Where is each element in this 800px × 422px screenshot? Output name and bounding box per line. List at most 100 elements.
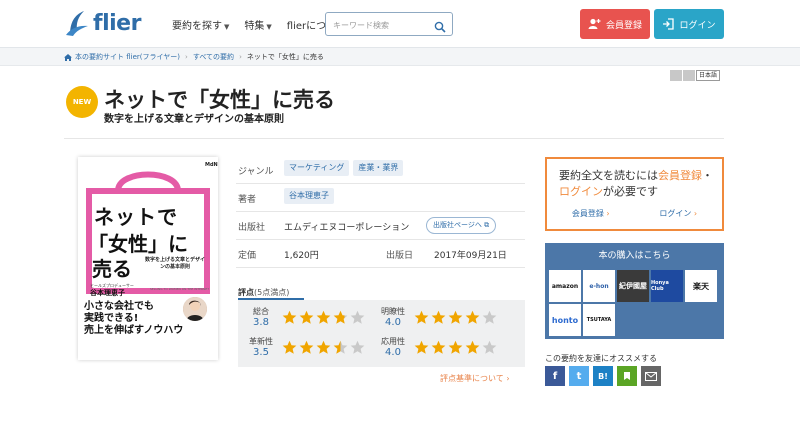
star-icon bbox=[448, 340, 463, 354]
author-tag[interactable]: 谷本理恵子 bbox=[284, 188, 334, 204]
share-buttons: f t B! bbox=[545, 366, 665, 386]
genre-label: ジャンル bbox=[238, 167, 274, 177]
star-icon bbox=[482, 310, 497, 324]
chevron-right-icon: › bbox=[693, 209, 698, 218]
cover-english-title: SELLING TO WOMEN ON THE INTERNET bbox=[150, 287, 210, 291]
share-glyph: t bbox=[576, 370, 582, 382]
share-glyph: B! bbox=[598, 371, 608, 381]
price-label: 定価 bbox=[238, 251, 257, 261]
rating-label: 明瞭性 bbox=[381, 307, 405, 316]
breadcrumb: 本の要約サイト flier(フライヤー) › すべての要約 › ネットで「女性」… bbox=[64, 52, 324, 62]
purchase-title: 本の購入はこちら bbox=[598, 251, 671, 261]
login-icon bbox=[662, 18, 675, 30]
star-icon bbox=[299, 340, 314, 354]
signup-dot: ・ bbox=[702, 169, 713, 182]
info-row-price: 定価 1,620円 出版日 2017年09月21日 bbox=[236, 240, 525, 268]
signup-text-post: が必要です bbox=[603, 185, 658, 198]
star-icon bbox=[282, 340, 297, 354]
genre-tag[interactable]: 産業・業界 bbox=[353, 160, 404, 176]
share-glyph: f bbox=[552, 370, 558, 382]
login-button[interactable]: ログイン bbox=[654, 9, 724, 39]
register-button[interactable]: 会員登録 bbox=[580, 9, 650, 39]
breadcrumb-separator: › bbox=[185, 53, 188, 61]
store-kinokuniya[interactable]: 紀伊國屋 bbox=[617, 270, 649, 302]
rating-value: 3.5 bbox=[253, 347, 269, 358]
flier-logo[interactable]: flier bbox=[64, 8, 141, 38]
star-icon bbox=[333, 340, 348, 354]
cover-catchcopy: 小さな会社でも 実践できる! 売上を伸ばすノウハウ bbox=[84, 301, 183, 337]
rating-value: 3.8 bbox=[253, 317, 269, 328]
signup-links: 会員登録 › ログイン › bbox=[547, 208, 722, 219]
logo-text: flier bbox=[93, 10, 141, 36]
language-option[interactable] bbox=[683, 70, 695, 81]
link-label: ログイン bbox=[659, 209, 692, 218]
rating-value: 4.0 bbox=[385, 317, 401, 328]
breadcrumb-all[interactable]: すべての要約 bbox=[193, 52, 234, 62]
nav-features[interactable]: 特集 ▼ bbox=[244, 17, 271, 32]
cover-subtitle: 数字を上げる文章とデザインの基本原則 bbox=[145, 257, 206, 270]
home-icon bbox=[64, 53, 72, 61]
star-icon bbox=[299, 310, 314, 324]
catch-line: 売上を伸ばすノウハウ bbox=[84, 325, 184, 336]
book-cover: MdN ネットで 「女性」に 売る 数字を上げる文章とデザインの基本原則 ヒール… bbox=[78, 157, 218, 360]
star-icon bbox=[282, 310, 297, 324]
breadcrumb-home[interactable]: 本の要約サイト flier(フライヤー) bbox=[75, 52, 180, 62]
rating-criteria-link[interactable]: 評点基準について › bbox=[440, 373, 510, 384]
star-icon bbox=[431, 340, 446, 354]
rating-value: 4.0 bbox=[385, 347, 401, 358]
chevron-right-icon: › bbox=[506, 374, 510, 383]
signup-login-link[interactable]: ログイン bbox=[559, 185, 603, 198]
search-input[interactable] bbox=[326, 14, 426, 37]
share-label: この要約を友達にオススメする bbox=[545, 354, 657, 363]
genre-tags: マーケティング 産業・業界 bbox=[284, 160, 407, 176]
catch-line: 小さな会社でも bbox=[84, 301, 154, 312]
rating-stars bbox=[282, 310, 367, 325]
evernote-icon[interactable] bbox=[617, 366, 637, 386]
purchase-box: 本の購入はこちら amazon e-hon 紀伊國屋 Honya Club 楽天… bbox=[545, 243, 724, 339]
info-row-author: 著者 谷本理恵子 bbox=[236, 184, 525, 212]
store-ehon[interactable]: e-hon bbox=[583, 270, 615, 302]
search-icon[interactable] bbox=[434, 18, 446, 37]
mail-icon[interactable] bbox=[641, 366, 661, 386]
rating-label: 革新性 bbox=[249, 337, 273, 346]
store-label: 楽天 bbox=[693, 281, 709, 291]
star-icon bbox=[316, 340, 331, 354]
store-honto[interactable]: honto bbox=[549, 304, 581, 336]
nav-find-summaries[interactable]: 要約を探す ▼ bbox=[172, 17, 229, 32]
store-tsutaya[interactable]: TSUTAYA bbox=[583, 304, 615, 336]
signup-prompt: 要約全文を読むには会員登録・ログインが必要です 会員登録 › ログイン › bbox=[545, 157, 724, 231]
author-tags: 谷本理恵子 bbox=[284, 188, 338, 204]
chevron-down-icon: ▼ bbox=[224, 23, 230, 31]
nav-label: 要約を探す bbox=[172, 21, 222, 32]
star-icon bbox=[448, 310, 463, 324]
language-option-japanese[interactable]: 日本語 bbox=[696, 70, 720, 81]
rating-heading: 評点(5点満点) bbox=[238, 287, 289, 298]
facebook-icon[interactable]: f bbox=[545, 366, 565, 386]
cover-title-line3: 売る bbox=[92, 257, 132, 281]
criteria-link-label: 評点基準について bbox=[440, 374, 504, 383]
link-label: 会員登録 bbox=[571, 209, 604, 218]
breadcrumb-separator: › bbox=[239, 53, 242, 61]
publisher-page-link[interactable]: 出版社ページへ ⧉ bbox=[426, 217, 497, 234]
signup-register-link[interactable]: 会員登録 bbox=[658, 169, 702, 182]
store-label: 紀伊國屋 bbox=[619, 282, 647, 290]
signup-link-login[interactable]: ログイン › bbox=[635, 208, 723, 219]
store-label: TSUTAYA bbox=[586, 317, 612, 323]
catch-line: 実践できる! bbox=[84, 313, 139, 324]
store-amazon[interactable]: amazon bbox=[549, 270, 581, 302]
rating-label: 応用性 bbox=[381, 337, 405, 346]
language-option[interactable] bbox=[670, 70, 682, 81]
star-icon bbox=[350, 310, 365, 324]
genre-tag[interactable]: マーケティング bbox=[284, 160, 350, 176]
rating-item: 革新性 3.5 bbox=[246, 334, 386, 364]
language-switch: 日本語 bbox=[670, 70, 721, 81]
page-subtitle: 数字を上げる文章とデザインの基本原則 bbox=[104, 114, 284, 125]
hatena-bookmark-icon[interactable]: B! bbox=[593, 366, 613, 386]
external-link-icon: ⧉ bbox=[484, 221, 490, 229]
twitter-icon[interactable]: t bbox=[569, 366, 589, 386]
signup-link-register[interactable]: 会員登録 › bbox=[547, 208, 635, 219]
store-honya-club[interactable]: Honya Club bbox=[651, 270, 683, 302]
register-label: 会員登録 bbox=[605, 20, 642, 31]
store-rakuten[interactable]: 楽天 bbox=[685, 270, 717, 302]
chevron-down-icon: ▼ bbox=[266, 23, 272, 31]
